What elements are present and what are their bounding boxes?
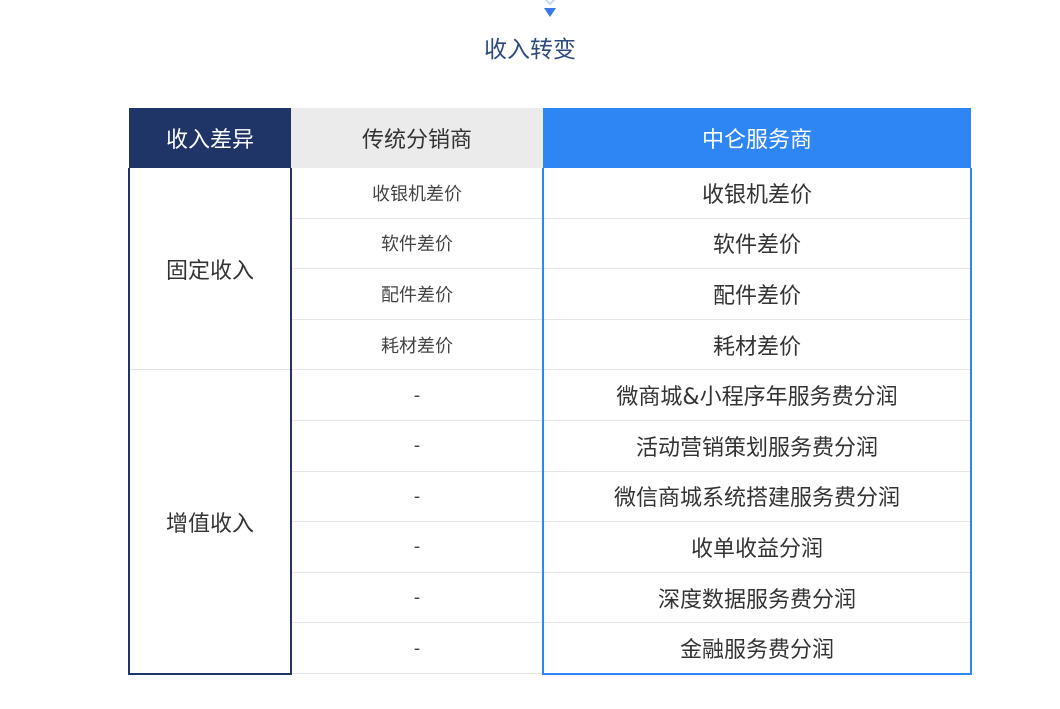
category-value-added-income: 增值收入 — [128, 369, 292, 675]
traditional-cell: 耗材差价 — [291, 319, 543, 371]
zhonglun-cell: 配件差价 — [542, 268, 972, 320]
traditional-cell: - — [291, 420, 543, 472]
header-zhonglun-provider: 中仑服务商 — [543, 108, 971, 168]
header-income-diff: 收入差异 — [129, 108, 291, 168]
table-body: 固定收入 收银机差价 收银机差价 软件差价 软件差价 配件差价 配件差价 耗材差… — [128, 168, 972, 675]
table-row: 固定收入 收银机差价 收银机差价 — [128, 168, 972, 371]
zhonglun-cell: 微信商城系统搭建服务费分润 — [542, 471, 972, 523]
double-chevron-down-icon — [541, 0, 559, 20]
zhonglun-cell: 微商城&小程序年服务费分润 — [542, 369, 972, 421]
traditional-cell: - — [291, 471, 543, 523]
zhonglun-cell: 收单收益分润 — [542, 521, 972, 573]
traditional-cell: 收银机差价 — [291, 168, 543, 219]
traditional-cell: - — [291, 369, 543, 421]
zhonglun-cell: 软件差价 — [542, 218, 972, 270]
zhonglun-cell: 收银机差价 — [542, 168, 972, 219]
traditional-cell: 配件差价 — [291, 268, 543, 320]
zhonglun-cell: 耗材差价 — [542, 319, 972, 371]
income-comparison-table: 收入差异 传统分销商 中仑服务商 固定收入 收银机差价 收银机差价 软件差价 软… — [128, 108, 972, 675]
zhonglun-cell: 活动营销策划服务费分润 — [542, 420, 972, 472]
traditional-cell: - — [291, 572, 543, 624]
section-title: 收入转变 — [484, 37, 576, 63]
zhonglun-cell: 深度数据服务费分润 — [542, 572, 972, 624]
zhonglun-cell: 金融服务费分润 — [542, 622, 972, 675]
table-row: 增值收入 - 微商城&小程序年服务费分润 — [128, 369, 972, 675]
category-fixed-income: 固定收入 — [128, 168, 292, 371]
table-header-row: 收入差异 传统分销商 中仑服务商 — [129, 108, 971, 168]
traditional-cell: 软件差价 — [291, 218, 543, 270]
traditional-cell: - — [291, 521, 543, 573]
traditional-cell: - — [291, 622, 543, 675]
header-traditional-distributor: 传统分销商 — [291, 108, 543, 168]
